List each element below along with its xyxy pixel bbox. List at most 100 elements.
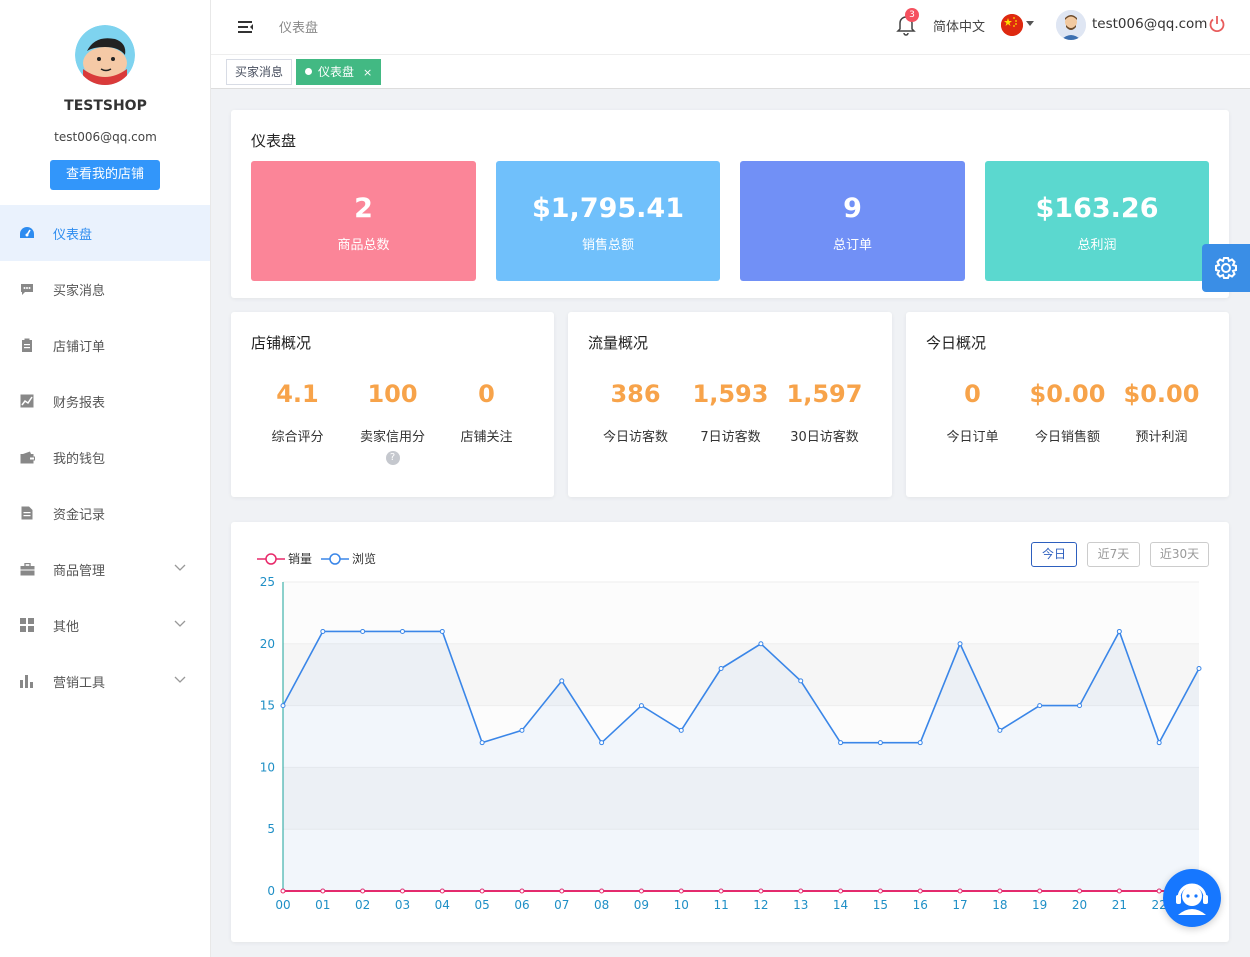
view-my-shop-button[interactable]: 查看我的店铺 — [50, 160, 160, 190]
x-tick-label: 19 — [1032, 898, 1047, 912]
tab-label: 买家消息 — [235, 65, 284, 79]
stat-label: 总利润 — [1077, 238, 1117, 253]
store-overview-title: 店铺概况 — [251, 334, 312, 352]
shop-email: test006@qq.com — [54, 130, 157, 144]
traffic-overview-card: 流量概况 386 今日访客数 1,593 7日访客数 1,597 30日访客数 — [568, 312, 892, 497]
data-point — [1037, 703, 1043, 709]
notification-badge: 3 — [905, 8, 919, 22]
x-tick-label: 10 — [674, 898, 689, 912]
data-point — [280, 703, 286, 709]
today-overview-title: 今日概况 — [926, 334, 987, 352]
overview-label: 今日销售额 — [1034, 430, 1100, 445]
chevron-down-icon — [174, 561, 188, 575]
data-point — [957, 641, 963, 647]
data-point — [997, 727, 1003, 733]
overview-label: 今日访客数 — [602, 430, 668, 445]
dashboard-icon — [19, 225, 35, 241]
briefcase-icon — [19, 561, 35, 577]
document-icon — [19, 505, 35, 521]
overview-value: 4.1 — [276, 380, 319, 408]
overview-value: $0.00 — [1123, 380, 1200, 408]
x-tick-label: 02 — [355, 898, 370, 912]
sidebar-item-financial-reports[interactable]: 财务报表 — [0, 373, 210, 429]
x-tick-label: 11 — [713, 898, 728, 912]
data-point — [758, 641, 764, 647]
stat-total-profit[interactable]: $163.26 总利润 — [985, 161, 1209, 281]
dashboard-card: 仪表盘 2 商品总数 $1,795.41 销售总额 9 总订单 $163.26 … — [231, 110, 1229, 298]
views-sales-line-chart: 051015202500 01 02 03 04 05 06 07 08 09 10 11 12 13 14… — [260, 575, 1207, 912]
sidebar-item-label: 买家消息 — [53, 283, 106, 299]
china-flag-icon[interactable] — [1001, 14, 1023, 36]
data-point — [559, 678, 565, 684]
settings-gear-button[interactable] — [1202, 244, 1250, 292]
sidebar-item-store-orders[interactable]: 店铺订单 — [0, 317, 210, 373]
stat-label: 总订单 — [832, 238, 872, 253]
overview-label: 综合评分 — [271, 430, 324, 445]
tab-dashboard[interactable]: 仪表盘 × — [296, 59, 382, 85]
active-dot — [305, 68, 312, 75]
sidebar-item-dashboard[interactable]: 仪表盘 — [0, 205, 210, 261]
tab-buyer-messages[interactable]: 买家消息 — [226, 59, 293, 85]
stat-value: 2 — [354, 193, 373, 224]
data-point — [718, 666, 724, 672]
clipboard-icon — [19, 337, 35, 353]
power-logout-icon[interactable] — [1208, 15, 1226, 33]
data-point — [877, 740, 883, 746]
sidebar-item-buyer-messages[interactable]: 买家消息 — [0, 261, 210, 317]
sidebar-item-label: 店铺订单 — [53, 339, 106, 355]
y-tick-label: 10 — [260, 760, 275, 774]
user-email[interactable]: test006@qq.com — [1092, 16, 1207, 32]
x-tick-label: 09 — [634, 898, 649, 912]
overview-label: 店铺关注 — [460, 430, 513, 445]
message-icon — [19, 281, 35, 297]
x-tick-label: 06 — [514, 898, 529, 912]
data-point — [1077, 703, 1083, 709]
overview-label: 30日访客数 — [790, 430, 859, 445]
chevron-down-icon — [174, 673, 188, 687]
sidebar-item-product-management[interactable]: 商品管理 — [0, 541, 210, 597]
sidebar-item-other[interactable]: 其他 — [0, 597, 210, 653]
wallet-icon — [19, 449, 35, 465]
overview-value: 100 — [367, 380, 418, 408]
overview-value: 1,597 — [786, 380, 863, 408]
close-icon[interactable]: × — [363, 66, 372, 79]
traffic-overview-title: 流量概况 — [588, 334, 649, 352]
data-point — [838, 740, 844, 746]
data-point — [320, 628, 326, 634]
overview-value: 0 — [478, 380, 495, 408]
x-tick-label: 07 — [554, 898, 569, 912]
user-avatar[interactable] — [1056, 10, 1086, 40]
menu-toggle-icon[interactable] — [236, 18, 256, 36]
overview-rating: 4.1 综合评分 — [250, 380, 345, 445]
overview-label: 7日访客数 — [700, 430, 761, 445]
help-icon[interactable]: ? — [385, 451, 400, 465]
x-tick-label: 14 — [833, 898, 848, 912]
stat-label: 销售总额 — [581, 238, 634, 253]
sidebar-item-label: 其他 — [53, 619, 80, 635]
sidebar-item-my-wallet[interactable]: 我的钱包 — [0, 429, 210, 485]
chart-card: 销量 浏览 今日 近7天 近30天 0 5 10 15 20 25 00 01 02 03 04 05… — [231, 522, 1229, 942]
caret-down-icon[interactable] — [1026, 21, 1034, 26]
data-point — [1156, 740, 1162, 746]
overview-followers: 0 店铺关注 — [439, 380, 534, 445]
store-overview-card: 店铺概况 4.1 综合评分 100 卖家信用分 ? 0 店铺关注 — [231, 312, 554, 497]
breadcrumb[interactable]: 仪表盘 — [279, 17, 318, 36]
language-selector[interactable]: 简体中文 — [933, 16, 985, 35]
grid-icon — [19, 617, 35, 633]
x-tick-label: 18 — [992, 898, 1007, 912]
customer-service-button[interactable] — [1163, 869, 1221, 927]
overview-value: $0.00 — [1029, 380, 1106, 408]
stat-value: $163.26 — [1035, 193, 1159, 224]
y-tick-label: 0 — [267, 884, 275, 898]
overview-expected-profit: $0.00 预计利润 — [1114, 380, 1209, 445]
data-point — [479, 740, 485, 746]
overview-value: 0 — [964, 380, 981, 408]
shop-name: TESTSHOP — [64, 98, 147, 114]
sidebar-item-label: 资金记录 — [53, 507, 106, 523]
stat-total-orders[interactable]: 9 总订单 — [740, 161, 965, 281]
stat-total-sales[interactable]: $1,795.41 销售总额 — [496, 161, 720, 281]
stat-total-products[interactable]: 2 商品总数 — [251, 161, 476, 281]
chart-report-icon — [19, 393, 35, 409]
sidebar-item-fund-records[interactable]: 资金记录 — [0, 485, 210, 541]
sidebar-item-marketing-tools[interactable]: 营销工具 — [0, 653, 210, 709]
